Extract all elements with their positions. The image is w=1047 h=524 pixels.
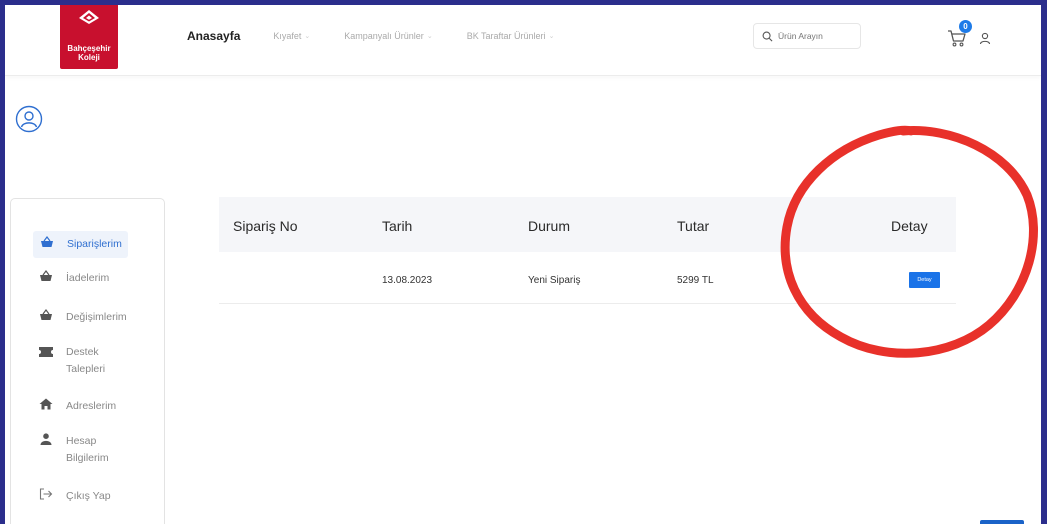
nav-home-link[interactable]: Anasayfa <box>187 29 240 43</box>
cell-status: Yeni Sipariş <box>528 275 581 286</box>
sidebar-item-label: Siparişlerim <box>67 238 122 250</box>
column-header-status: Durum <box>528 218 571 234</box>
sidebar-item-label: Hesap Bilgilerim <box>66 435 109 464</box>
red-circle-annotation <box>780 125 1038 358</box>
nav-item-kampanyali[interactable]: Kampanyalı Ürünler ⌄ <box>344 31 432 41</box>
sidebar-item-destek[interactable]: Destek Talepleri <box>38 344 116 378</box>
cell-date: 13.08.2023 <box>382 275 433 286</box>
logo-text-line1: Bahçeşehir <box>67 44 111 53</box>
basket-icon <box>38 309 54 321</box>
home-icon <box>38 398 54 410</box>
nav-item-label: Kampanyalı Ürünler <box>344 31 424 41</box>
sidebar-item-label: Değişimlerim <box>66 311 127 323</box>
main-nav: Anasayfa Kıyafet ⌄ Kampanyalı Ürünler ⌄ … <box>187 29 588 43</box>
sidebar-item-label: Çıkış Yap <box>66 490 111 502</box>
column-header-amount: Tutar <box>677 218 710 234</box>
user-account-icon[interactable] <box>979 32 991 45</box>
search-input[interactable] <box>778 31 858 41</box>
chevron-down-icon: ⌄ <box>548 33 555 40</box>
column-header-date: Tarih <box>382 218 413 234</box>
sidebar-item-label: Destek Talepleri <box>66 346 106 375</box>
search-icon <box>762 31 773 41</box>
sidebar-item-iadelerim[interactable]: İadelerim <box>38 270 109 287</box>
column-header-order-no: Sipariş No <box>233 218 298 234</box>
nav-item-label: Kıyafet <box>273 31 302 41</box>
sidebar-item-cikis[interactable]: Çıkış Yap <box>38 488 111 505</box>
ticket-icon <box>38 344 54 357</box>
cart-count-badge: 0 <box>959 20 972 33</box>
basket-icon <box>39 236 55 248</box>
basket-icon <box>38 270 54 282</box>
nav-item-kiyafet[interactable]: Kıyafet ⌄ <box>273 31 310 41</box>
nav-item-label: BK Taraftar Ürünleri <box>466 31 546 41</box>
logout-icon <box>38 488 54 500</box>
page: Bahçeşehir Koleji Anasayfa Kıyafet ⌄ Kam… <box>5 5 1041 524</box>
chevron-down-icon: ⌄ <box>304 33 311 40</box>
sidebar-item-degisimlerim[interactable]: Değişimlerim <box>38 309 127 326</box>
account-sidebar: Siparişlerim İadelerim Değişimlerim Dest… <box>10 198 165 524</box>
search-box[interactable] <box>753 23 861 49</box>
sidebar-item-label: Adreslerim <box>66 400 117 412</box>
chevron-down-icon: ⌄ <box>426 33 433 40</box>
sidebar-item-hesap[interactable]: Hesap Bilgilerim <box>38 433 116 467</box>
sidebar-item-label: İadelerim <box>66 272 110 284</box>
nav-item-taraftar[interactable]: BK Taraftar Ürünleri ⌄ <box>467 31 555 41</box>
profile-avatar-icon <box>15 105 43 133</box>
sidebar-item-siparislerim[interactable]: Siparişlerim <box>33 231 128 258</box>
logo-mark-icon <box>79 10 99 24</box>
brand-logo[interactable]: Bahçeşehir Koleji <box>60 5 118 69</box>
site-header: Bahçeşehir Koleji Anasayfa Kıyafet ⌄ Kam… <box>5 5 1041 76</box>
corner-scroll-button[interactable] <box>980 520 1024 524</box>
user-icon <box>38 433 54 445</box>
cell-amount: 5299 TL <box>677 275 714 286</box>
sidebar-item-adreslerim[interactable]: Adreslerim <box>38 398 116 415</box>
logo-text-line2: Koleji <box>78 53 100 62</box>
